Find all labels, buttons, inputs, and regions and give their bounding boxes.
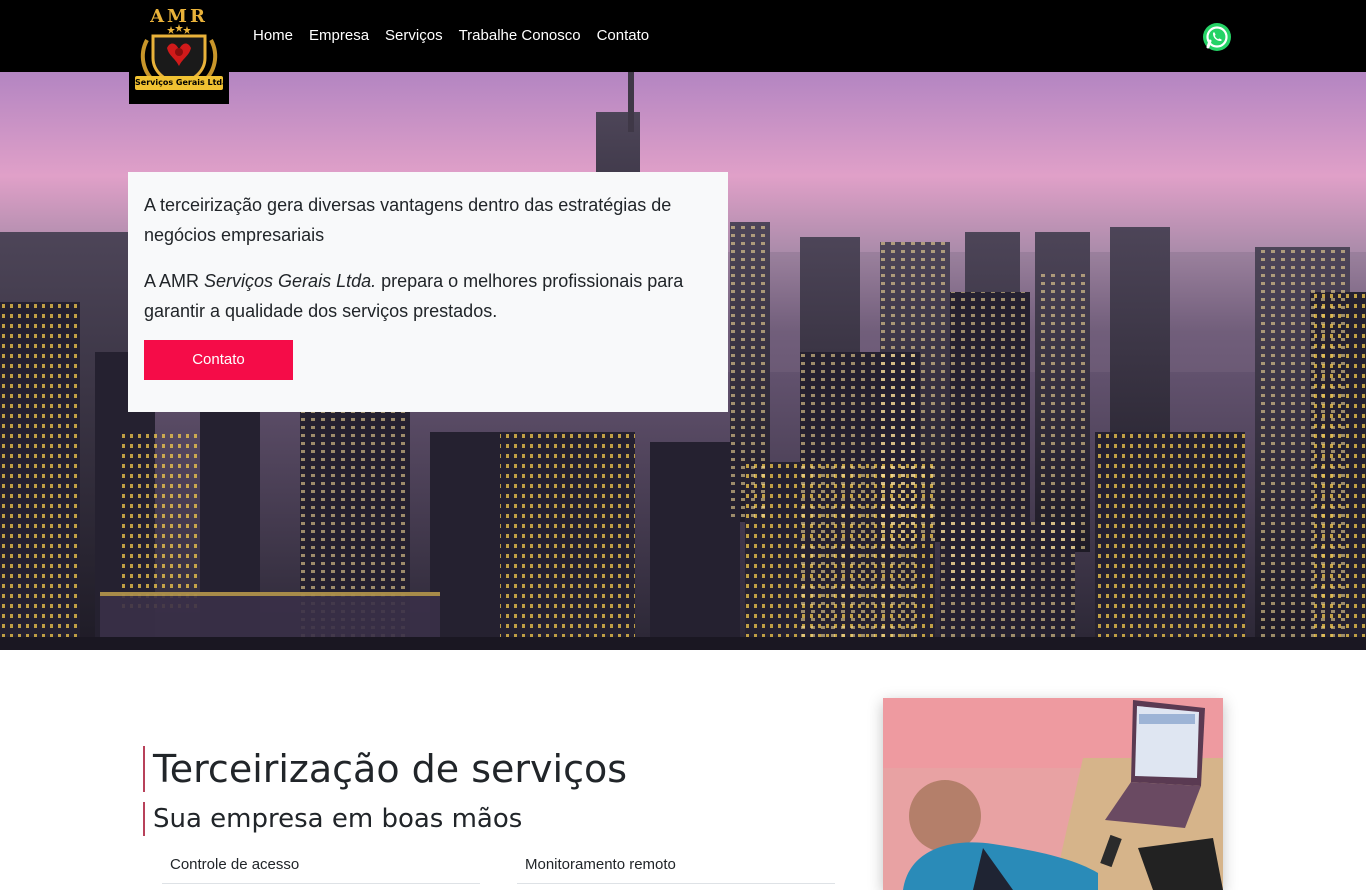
nav-links: Home Empresa Serviços Trabalhe Conosco C… <box>253 26 649 46</box>
section-subtitle: Sua empresa em boas mãos <box>143 802 522 836</box>
nav-contato[interactable]: Contato <box>597 26 650 46</box>
whatsapp-icon[interactable] <box>1202 22 1232 52</box>
brand-logo[interactable]: AMR Serviços Gerais Ltda <box>129 0 229 104</box>
hero-paragraph-1: A terceirização gera diversas vantagens … <box>144 195 672 245</box>
hero-company-name: Serviços Gerais Ltda. <box>204 271 377 291</box>
nav-empresa[interactable]: Empresa <box>309 26 369 46</box>
nav-trabalhe-conosco[interactable]: Trabalhe Conosco <box>459 26 581 46</box>
nav-home[interactable]: Home <box>253 26 293 46</box>
service-item[interactable]: Controle de acesso <box>162 856 480 884</box>
contato-button[interactable]: Contato <box>144 340 293 380</box>
section-title: Terceirização de serviços <box>143 746 627 792</box>
services-section: Terceirização de serviços Sua empresa em… <box>0 650 1366 890</box>
hero-paragraph-2-prefix: A AMR <box>144 271 205 291</box>
hero-paragraph-2: A AMR Serviços Gerais Ltda. prepara o me… <box>144 266 712 326</box>
nav-servicos[interactable]: Serviços <box>385 26 443 46</box>
logo-ribbon: Serviços Gerais Ltda <box>135 76 223 90</box>
hero-banner: A terceirização gera diversas vantagens … <box>0 72 1366 650</box>
office-photo <box>883 698 1223 890</box>
hero-card: A terceirização gera diversas vantagens … <box>128 172 728 412</box>
service-item[interactable]: Monitoramento remoto <box>517 856 835 884</box>
